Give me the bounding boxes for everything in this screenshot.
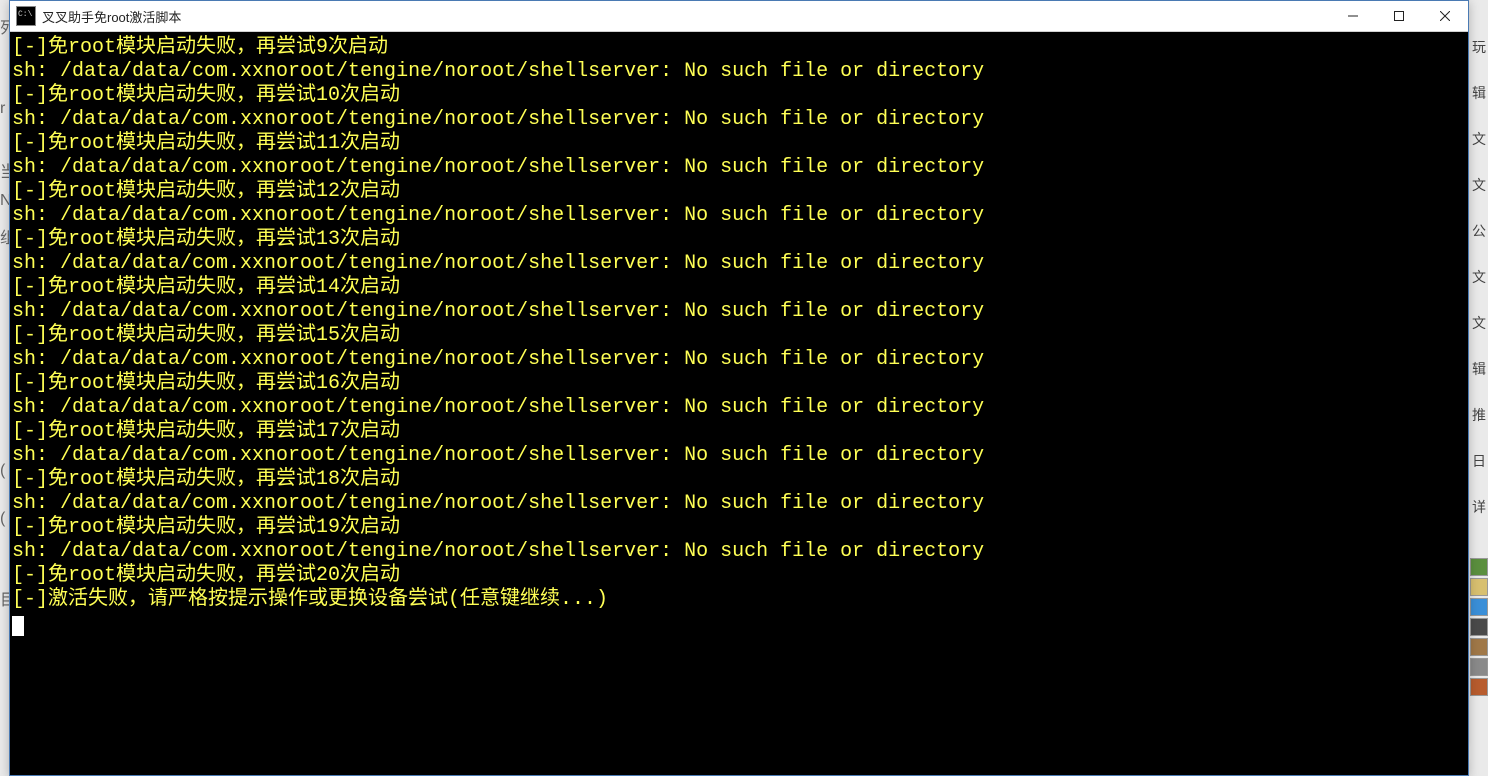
side-label: 推: [1472, 408, 1486, 422]
bg-glyph: (: [0, 462, 5, 480]
side-label: 文: [1472, 178, 1486, 192]
bg-glyph: r: [0, 100, 5, 118]
maximize-button[interactable]: [1376, 1, 1422, 31]
console-output[interactable]: [-]免root模块启动失败，再尝试9次启动 sh: /data/data/co…: [10, 32, 1468, 775]
console-text: [-]免root模块启动失败，再尝试9次启动 sh: /data/data/co…: [12, 36, 1466, 612]
right-thumbnail-stack: [1470, 558, 1488, 696]
side-label: 文: [1472, 316, 1486, 330]
side-label: 辑: [1472, 362, 1486, 376]
side-label: 详: [1472, 500, 1486, 514]
side-label: 玩: [1472, 40, 1486, 54]
close-button[interactable]: [1422, 1, 1468, 31]
side-label: 公: [1472, 224, 1486, 238]
bg-glyph: (: [0, 510, 5, 528]
cmd-window: 叉叉助手免root激活脚本 [-]免root模块启动失败，再尝试9次启动 sh:…: [9, 0, 1469, 776]
cmd-icon: [16, 6, 36, 26]
titlebar[interactable]: 叉叉助手免root激活脚本: [10, 1, 1468, 32]
window-controls: [1330, 1, 1468, 31]
desktop: 列 r 当 N 组 ( ( 目 玩 辑 文 文 公 文 文 辑 推 日 详 UC…: [0, 0, 1488, 776]
side-label: 日: [1472, 454, 1486, 468]
side-label: 文: [1472, 132, 1486, 146]
text-cursor: [12, 616, 24, 636]
window-title: 叉叉助手免root激活脚本: [42, 7, 1330, 26]
side-label: 辑: [1472, 86, 1486, 100]
minimize-button[interactable]: [1330, 1, 1376, 31]
side-label: 文: [1472, 270, 1486, 284]
